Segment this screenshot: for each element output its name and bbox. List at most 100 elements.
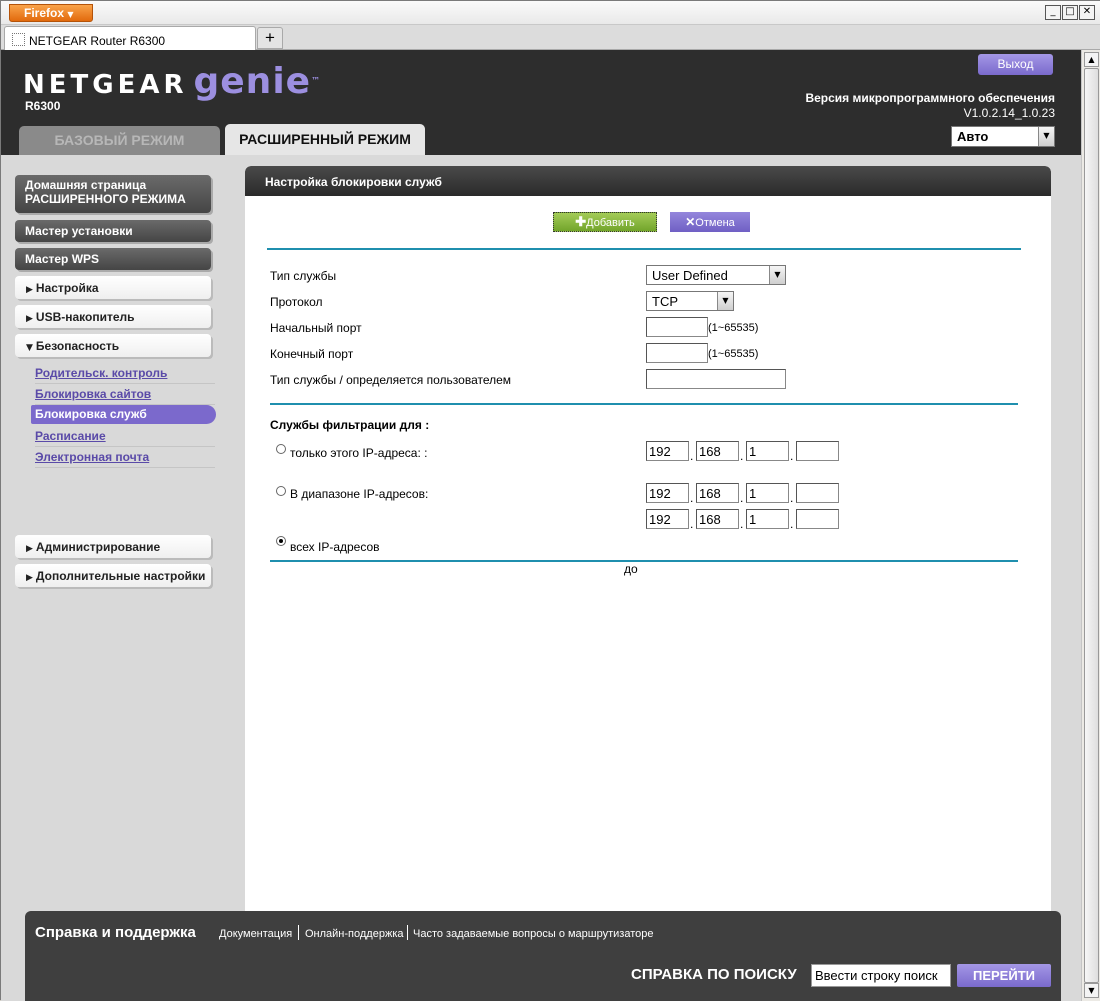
close-window-button[interactable]: ✕ (1079, 5, 1095, 20)
plus-icon: ✚ (575, 214, 587, 229)
range-to-octet-2[interactable]: 168 (696, 509, 739, 529)
only-ip-octet-3[interactable]: 1 (746, 441, 789, 461)
caret-right-icon: ▶ (26, 314, 33, 324)
caret-right-icon: ▶ (26, 285, 33, 295)
start-port-input[interactable] (646, 317, 708, 337)
sidebar-item-setup[interactable]: ▶ Настройка (15, 276, 211, 299)
search-go-button[interactable]: ПЕРЕЙТИ (957, 964, 1051, 987)
sidebar-item-label: Администрирование (35, 540, 161, 554)
ip-dot: . (690, 449, 694, 463)
user-service-input[interactable] (646, 369, 786, 389)
range-from-octet-3[interactable]: 1 (746, 483, 789, 503)
page-content: NETGEAR genie™ R6300 Выход Версия микропр… (1, 50, 1081, 1001)
add-button[interactable]: ✚Добавить (553, 212, 657, 232)
sidebar-item-wps-wizard[interactable]: Мастер WPS (15, 248, 211, 270)
only-ip-label: только этого IP-адреса: : (290, 446, 428, 460)
sidebar-subitem-block-sites[interactable]: Блокировка сайтов (35, 384, 215, 405)
caret-right-icon: ▶ (26, 544, 33, 554)
protocol-select[interactable]: TCP ▼ (646, 291, 734, 311)
end-port-label: Конечный порт (270, 347, 354, 361)
start-port-range-hint: (1~65535) (708, 322, 759, 334)
ip-range-radio[interactable] (276, 486, 286, 496)
sidebar-subitem-schedule[interactable]: Расписание (35, 426, 215, 447)
only-ip-octet-1[interactable]: 192 (646, 441, 689, 461)
close-icon: ✕ (685, 215, 696, 229)
only-ip-octet-4[interactable] (796, 441, 839, 461)
start-port-label: Начальный порт (270, 321, 362, 335)
service-type-value: User Defined (652, 268, 728, 283)
sidebar-item-label: Настройка (35, 281, 99, 295)
netgear-genie-logo: NETGEAR genie™ (23, 61, 325, 102)
only-ip-radio[interactable] (276, 444, 286, 454)
divider (407, 925, 408, 940)
service-type-label: Тип службы (270, 269, 337, 283)
user-service-label: Тип службы / определяется пользователем (270, 373, 512, 387)
ip-dot: . (740, 517, 744, 531)
chevron-down-icon: ▼ (67, 10, 74, 19)
vertical-scrollbar[interactable]: ▲ ▼ (1081, 50, 1100, 1001)
firmware-version: V1.0.2.14_1.0.23 (963, 106, 1055, 120)
router-header: NETGEAR genie™ R6300 Выход Версия микропр… (1, 50, 1081, 155)
firefox-menu-button[interactable]: Firefox ▼ (9, 4, 93, 22)
ip-range-label: В диапазоне IP-адресов: (290, 487, 429, 501)
firefox-menu-label: Firefox (24, 6, 65, 20)
tab-advanced-mode[interactable]: РАСШИРЕННЫЙ РЕЖИМ (225, 124, 425, 155)
range-to-octet-4[interactable] (796, 509, 839, 529)
firmware-label: Версия микропрограммного обеспечения (805, 91, 1055, 105)
search-input[interactable]: Ввести строку поиск (811, 964, 951, 987)
range-to-octet-1[interactable]: 192 (646, 509, 689, 529)
range-from-octet-2[interactable]: 168 (696, 483, 739, 503)
only-ip-octet-2[interactable]: 168 (696, 441, 739, 461)
caret-down-icon: ▼ (26, 343, 33, 353)
scroll-up-icon[interactable]: ▲ (1084, 52, 1099, 67)
maximize-button[interactable]: □ (1062, 5, 1078, 20)
sidebar-subitem-parental-control[interactable]: Родительск. контроль (35, 363, 215, 384)
scrollbar-thumb[interactable] (1084, 68, 1099, 983)
sidebar-item-advanced-home[interactable]: Домашняя страница РАСШИРЕННОГО РЕЖИМА (15, 175, 211, 213)
all-ip-radio[interactable] (276, 536, 286, 546)
sidebar-item-label: Домашняя страница (25, 178, 147, 192)
sidebar-subitem-email[interactable]: Электронная почта (35, 447, 215, 468)
scroll-down-icon[interactable]: ▼ (1084, 983, 1099, 998)
end-port-input[interactable] (646, 343, 708, 363)
all-ip-label: всех IP-адресов (290, 540, 380, 554)
tab-bar: NETGEAR Router R6300 + (1, 25, 1100, 50)
protocol-value: TCP (652, 294, 678, 309)
cancel-button-label: Отмена (695, 217, 735, 229)
sidebar-item-label: Дополнительные настройки (35, 569, 206, 583)
sidebar-item-usb[interactable]: ▶ USB-накопитель (15, 305, 211, 328)
chevron-down-icon: ▼ (717, 292, 733, 310)
new-tab-button[interactable]: + (257, 27, 283, 49)
browser-tab[interactable]: NETGEAR Router R6300 (4, 26, 256, 50)
tab-basic-mode[interactable]: БАЗОВЫЙ РЕЖИМ (19, 126, 220, 155)
documentation-link[interactable]: Документация (219, 928, 292, 940)
divider (270, 403, 1018, 405)
ip-dot: . (690, 491, 694, 505)
language-select[interactable]: Авто ▼ (951, 126, 1055, 147)
sidebar-item-advanced-setup[interactable]: ▶ Дополнительные настройки (15, 564, 211, 587)
sidebar-subitem-block-services[interactable]: Блокировка служб (31, 405, 216, 424)
range-from-octet-4[interactable] (796, 483, 839, 503)
sidebar-item-administration[interactable]: ▶ Администрирование (15, 535, 211, 558)
help-title: Справка и поддержка (35, 924, 196, 941)
sidebar-item-security[interactable]: ▼ Безопасность (15, 334, 211, 357)
faq-link[interactable]: Часто задаваемые вопросы о маршрутизатор… (413, 928, 654, 940)
sidebar-item-label: Безопасность (35, 339, 120, 353)
logout-button[interactable]: Выход (978, 54, 1053, 75)
cancel-button[interactable]: ✕Отмена (670, 212, 750, 232)
caret-right-icon: ▶ (26, 573, 33, 583)
protocol-label: Протокол (270, 295, 323, 309)
page-favicon-icon (12, 33, 25, 46)
sidebar-item-setup-wizard[interactable]: Мастер установки (15, 220, 211, 242)
online-support-link[interactable]: Онлайн-поддержка (305, 928, 403, 940)
divider (267, 248, 1021, 250)
range-from-octet-1[interactable]: 192 (646, 483, 689, 503)
range-to-octet-3[interactable]: 1 (746, 509, 789, 529)
filter-heading: Службы фильтрации для : (270, 418, 430, 432)
ip-dot: . (740, 449, 744, 463)
divider (270, 560, 1018, 562)
minimize-button[interactable]: _ (1045, 5, 1061, 20)
service-type-select[interactable]: User Defined ▼ (646, 265, 786, 285)
block-services-panel: Настройка блокировки служб ✚Добавить ✕От… (245, 166, 1051, 1001)
ip-dot: . (790, 449, 794, 463)
